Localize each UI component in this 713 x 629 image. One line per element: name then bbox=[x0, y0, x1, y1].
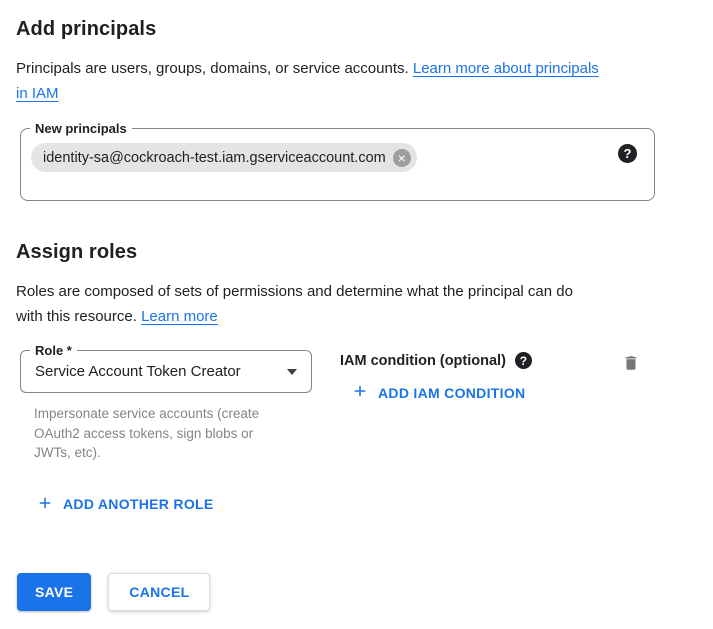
assign-roles-title: Assign roles bbox=[16, 241, 697, 264]
assign-roles-description: Roles are composed of sets of permission… bbox=[16, 279, 676, 329]
trash-icon bbox=[622, 361, 640, 376]
page-title: Add principals bbox=[16, 18, 697, 41]
chip-remove-icon[interactable]: × bbox=[393, 149, 411, 167]
cancel-button[interactable]: CANCEL bbox=[108, 573, 210, 611]
add-another-role-button[interactable]: ADD ANOTHER ROLE bbox=[36, 494, 214, 515]
role-select-label: Role * bbox=[30, 342, 77, 359]
role-binding-row: Role * Service Account Token Creator Imp… bbox=[16, 350, 697, 463]
role-column: Role * Service Account Token Creator Imp… bbox=[16, 350, 332, 463]
principal-chip: identity-sa@cockroach-test.iam.gservicea… bbox=[31, 143, 417, 172]
save-button[interactable]: SAVE bbox=[17, 573, 91, 611]
new-principals-help-icon[interactable]: ? bbox=[618, 144, 637, 163]
plus-icon bbox=[36, 494, 54, 515]
learn-more-roles-link[interactable]: Learn more bbox=[141, 308, 218, 325]
add-iam-condition-button[interactable]: ADD IAM CONDITION bbox=[351, 382, 525, 403]
role-selected-value: Service Account Token Creator bbox=[35, 363, 287, 380]
iam-condition-help-icon[interactable]: ? bbox=[515, 352, 532, 369]
principals-description: Principals are users, groups, domains, o… bbox=[16, 56, 676, 106]
iam-condition-label: IAM condition (optional) bbox=[340, 353, 506, 369]
new-principals-input[interactable]: New principals identity-sa@cockroach-tes… bbox=[20, 128, 655, 201]
add-principals-panel: Add principals Principals are users, gro… bbox=[0, 0, 713, 611]
principals-description-text: Principals are users, groups, domains, o… bbox=[16, 60, 409, 77]
new-principals-label: New principals bbox=[30, 120, 132, 137]
iam-condition-header: IAM condition (optional) ? bbox=[340, 352, 532, 369]
dialog-actions: SAVE CANCEL bbox=[16, 573, 697, 611]
role-select[interactable]: Role * Service Account Token Creator bbox=[20, 350, 312, 393]
principal-chip-value: identity-sa@cockroach-test.iam.gservicea… bbox=[43, 150, 386, 166]
chevron-down-icon bbox=[287, 369, 297, 375]
plus-icon bbox=[351, 382, 369, 403]
role-helper-text: Impersonate service accounts (create OAu… bbox=[34, 404, 332, 463]
iam-condition-column: IAM condition (optional) ? ADD IAM CONDI… bbox=[340, 350, 532, 405]
delete-role-button[interactable] bbox=[622, 353, 640, 376]
